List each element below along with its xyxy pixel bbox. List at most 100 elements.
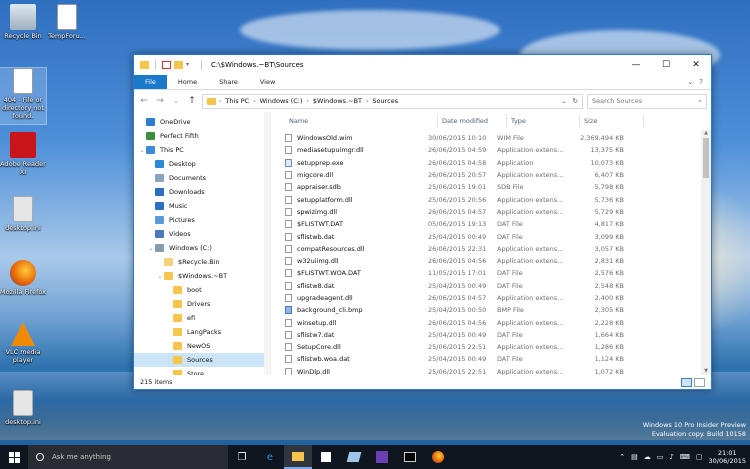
desktop-icon-vlc[interactable]: VLC media player xyxy=(0,322,46,364)
up-icon[interactable]: ↑ xyxy=(186,96,198,106)
nav-item-onedrive[interactable]: OneDrive xyxy=(134,115,270,129)
nav-item-drivers[interactable]: Drivers xyxy=(134,297,270,311)
table-row[interactable]: WindowsOld.wim 30/06/2015 10:10 WIM File 2,… xyxy=(271,132,701,144)
table-row[interactable]: sflistwb.woa.dat 25/04/2015 00:49 DAT File… xyxy=(271,353,701,365)
cloud-icon[interactable]: ☁ xyxy=(644,453,651,461)
table-row[interactable]: spwizimg.dll 26/06/2015 04:57 Application … xyxy=(271,206,701,218)
chevron-down-icon[interactable]: ⌄ xyxy=(561,97,566,105)
command-prompt-button[interactable] xyxy=(396,445,424,469)
table-row[interactable]: mediasetupuimgr.dll 26/06/2015 04:59 Appli… xyxy=(271,144,701,156)
nav-item-downloads[interactable]: Downloads xyxy=(134,185,270,199)
keyboard-icon[interactable]: ⌨ xyxy=(680,453,690,461)
breadcrumb-windows-bt[interactable]: $Windows.~BT xyxy=(309,97,366,105)
clock[interactable]: 21:01 30/06/2015 xyxy=(709,449,746,465)
column-header-size[interactable]: Size xyxy=(580,114,644,128)
back-icon[interactable]: ← xyxy=(138,96,150,106)
close-button[interactable]: ✕ xyxy=(681,55,711,75)
chevron-icon[interactable]: ⌄ xyxy=(138,147,146,154)
nav-item-langpacks[interactable]: LangPacks xyxy=(134,325,270,339)
table-row[interactable]: background_cli.bmp 25/04/2015 00:50 BMP Fi… xyxy=(271,304,701,316)
maximize-button[interactable]: ☐ xyxy=(651,55,681,75)
table-row[interactable]: migcore.dll 26/06/2015 20:57 Application e… xyxy=(271,169,701,181)
column-header-date[interactable]: Date modified xyxy=(438,114,507,128)
task-view-button[interactable]: ❐ xyxy=(228,445,256,469)
recent-locations-icon[interactable]: ⌄ xyxy=(170,98,182,105)
notifications-icon[interactable]: ▢ xyxy=(696,453,703,461)
mail-button[interactable] xyxy=(340,445,368,469)
file-explorer-button[interactable] xyxy=(284,445,312,469)
tab-file[interactable]: File xyxy=(134,75,167,89)
table-row[interactable]: SetupCore.dll 25/06/2015 22:51 Application… xyxy=(271,341,701,353)
nav-item-sources[interactable]: Sources xyxy=(134,353,270,367)
desktop-icon-firefox[interactable]: Mozilla Firefox xyxy=(0,260,46,296)
network-icon[interactable]: ▤ xyxy=(631,453,638,461)
table-row[interactable]: upgradeagent.dll 26/06/2015 04:57 Applicat… xyxy=(271,292,701,304)
table-row[interactable]: sflistw8.dat 25/04/2015 00:49 DAT File 2,54… xyxy=(271,280,701,292)
nav-item-perfect-fifth[interactable]: Perfect Fifth xyxy=(134,129,270,143)
nav-item-documents[interactable]: Documents xyxy=(134,171,270,185)
help-icon[interactable]: ? xyxy=(699,78,703,86)
desktop-icon-adobe-reader[interactable]: Adobe Reader XI xyxy=(0,132,46,176)
table-row[interactable]: sflistw7.dat 25/04/2015 00:49 DAT File 1,66… xyxy=(271,329,701,341)
navigation-pane[interactable]: OneDrive Perfect Fifth ⌄ This PC Desktop Docu… xyxy=(134,112,271,376)
table-row[interactable]: w32uiimg.dll 26/06/2015 04:56 Application … xyxy=(271,255,701,267)
table-row[interactable]: $FLISTWT.WOA.DAT 11/05/2015 17:01 DAT File… xyxy=(271,267,701,279)
store-button[interactable] xyxy=(312,445,340,469)
nav-item-videos[interactable]: Videos xyxy=(134,227,270,241)
chevron-up-icon[interactable]: ⌃ xyxy=(619,453,625,461)
expand-ribbon-icon[interactable]: ⌄ xyxy=(687,78,693,86)
cortana-search-box[interactable]: Ask me anything xyxy=(28,445,228,469)
table-row[interactable]: compatResources.dll 26/06/2015 22:31 Appli… xyxy=(271,243,701,255)
new-folder-icon[interactable] xyxy=(174,61,183,69)
chevron-down-icon[interactable]: ▾ xyxy=(186,61,195,69)
nav-item-this-pc[interactable]: ⌄ This PC xyxy=(134,143,270,157)
navigation-pane-scrollbar[interactable] xyxy=(264,112,270,376)
breadcrumb-windows-c[interactable]: Windows (C:) xyxy=(256,97,307,105)
breadcrumb-sources[interactable]: Sources xyxy=(368,97,402,105)
nav-item-windows-bt[interactable]: ⌄ $Windows.~BT xyxy=(134,269,270,283)
file-list[interactable]: Name Date modified Type Size WindowsOld.… xyxy=(271,112,711,376)
forward-icon[interactable]: → xyxy=(154,96,166,106)
scrollbar-thumb[interactable] xyxy=(703,138,709,178)
address-bar[interactable]: › This PC › Windows (C:) › $Windows.~BT … xyxy=(202,93,583,109)
large-icons-view-button[interactable] xyxy=(694,377,705,387)
edge-button[interactable]: e xyxy=(256,445,284,469)
table-row[interactable]: sflistwb.dat 25/04/2015 00:49 DAT File 3,09… xyxy=(271,230,701,242)
table-row[interactable]: appraiser.sdb 25/06/2015 19:01 SDB File 5,7… xyxy=(271,181,701,193)
firefox-taskbar-button[interactable] xyxy=(424,445,452,469)
column-header-type[interactable]: Type xyxy=(507,114,580,128)
desktop-icon-desktop-ini[interactable]: desktop.ini xyxy=(0,196,46,232)
chevron-icon[interactable]: ⌄ xyxy=(147,245,155,252)
table-row[interactable]: winsetup.dll 26/06/2015 04:56 Application … xyxy=(271,316,701,328)
nav-item-newos[interactable]: NewOS xyxy=(134,339,270,353)
nav-item-efi[interactable]: efi xyxy=(134,311,270,325)
title-bar[interactable]: ▾ C:\$Windows.~BT\Sources — ☐ ✕ xyxy=(134,55,711,75)
battery-icon[interactable]: ▭ xyxy=(657,453,664,461)
nav-item-recycle-bin[interactable]: $Recycle.Bin xyxy=(134,255,270,269)
search-input[interactable]: Search Sources ⌕ xyxy=(587,93,707,109)
minimize-button[interactable]: — xyxy=(621,55,651,75)
nav-item-desktop[interactable]: Desktop xyxy=(134,157,270,171)
desktop-icon-recycle-bin[interactable]: Recycle Bin xyxy=(0,4,46,40)
column-header-name[interactable]: Name xyxy=(271,114,438,128)
desktop-icon-404-file[interactable]: 404 - File or directory not found. xyxy=(0,67,47,125)
desktop-icon-tempforu[interactable]: TempForu... xyxy=(44,4,90,40)
breadcrumb-this-pc[interactable]: This PC xyxy=(221,97,253,105)
nav-item-music[interactable]: Music xyxy=(134,199,270,213)
start-button[interactable] xyxy=(0,445,28,469)
details-view-button[interactable] xyxy=(681,377,692,387)
nav-item-boot[interactable]: boot xyxy=(134,283,270,297)
tab-home[interactable]: Home xyxy=(167,75,208,89)
tab-view[interactable]: View xyxy=(249,75,286,89)
visual-studio-button[interactable] xyxy=(368,445,396,469)
table-row[interactable]: $FLISTWT.DAT 05/06/2015 19:13 DAT File 4,81… xyxy=(271,218,701,230)
explorer-window[interactable]: ▾ C:\$Windows.~BT\Sources — ☐ ✕ File Hom… xyxy=(133,54,712,390)
table-row[interactable]: setupplatform.dll 25/06/2015 20:56 Applica… xyxy=(271,193,701,205)
table-row[interactable]: setupprep.exe 26/06/2015 04:58 Application… xyxy=(271,157,701,169)
nav-item-pictures[interactable]: Pictures xyxy=(134,213,270,227)
scroll-up-icon[interactable]: ▲ xyxy=(701,130,711,138)
vertical-scrollbar[interactable]: ▲ ▼ xyxy=(701,130,711,376)
volume-icon[interactable]: ♪ xyxy=(669,453,673,461)
refresh-icon[interactable]: ↻ xyxy=(573,97,578,105)
chevron-icon[interactable]: ⌄ xyxy=(156,273,164,280)
